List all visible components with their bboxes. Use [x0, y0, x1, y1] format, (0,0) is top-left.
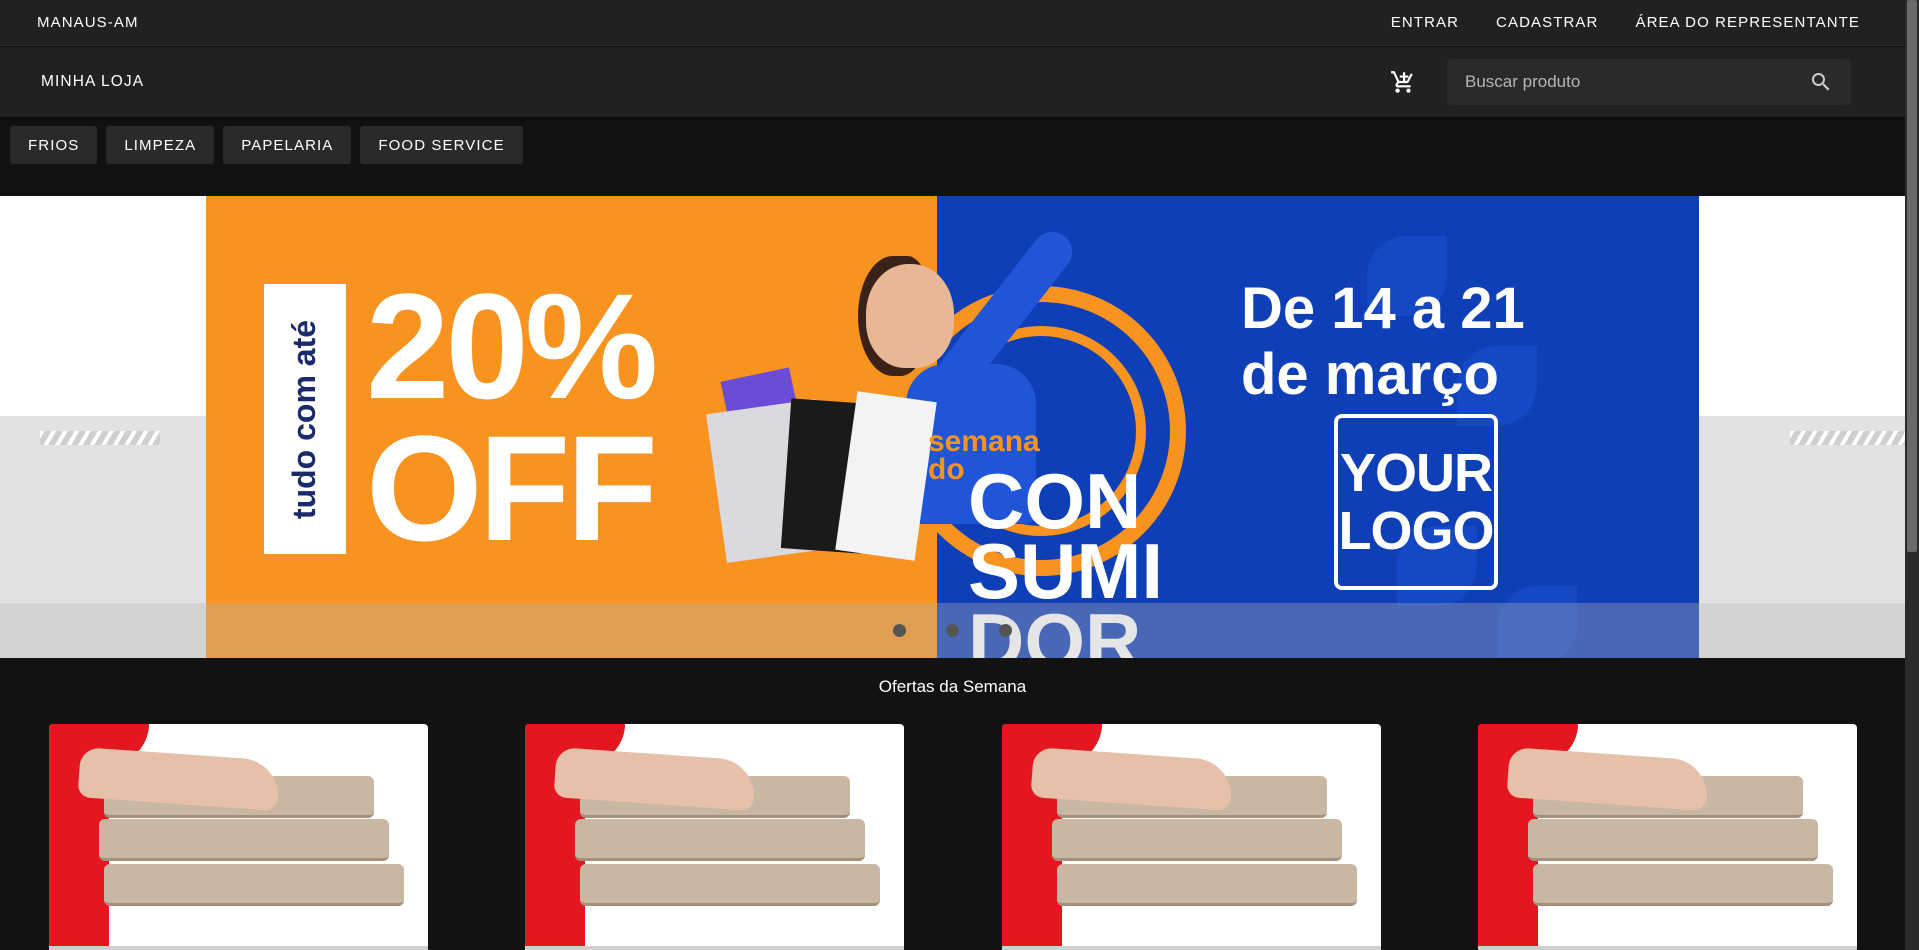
pizza-box-figure [1527, 819, 1818, 861]
hero-carousel[interactable]: tudo com até 20% OFF semana do CON SUMI … [0, 196, 1905, 658]
offers-grid [49, 724, 1857, 950]
category-bar: FRIOS LIMPEZA PAPELARIA FOOD SERVICE [10, 126, 523, 164]
representative-area-link[interactable]: ÁREA DO REPRESENTANTE [1635, 14, 1860, 31]
banner-logo-line1: YOUR [1339, 443, 1493, 503]
page: MANAUS-AM ENTRAR CADASTRAR ÁREA DO REPRE… [0, 0, 1919, 950]
login-link[interactable]: ENTRAR [1391, 14, 1459, 31]
banner-dates-line1: De 14 a 21 [1241, 276, 1525, 341]
woman-head-figure [866, 264, 954, 368]
category-papelaria[interactable]: PAPELARIA [223, 126, 352, 164]
category-food-service[interactable]: FOOD SERVICE [360, 126, 523, 164]
pizza-box-figure [1532, 864, 1833, 906]
category-frios[interactable]: FRIOS [10, 126, 98, 164]
card-bottom-edge [49, 946, 428, 950]
offer-card[interactable] [1001, 724, 1381, 950]
scrollbar-thumb[interactable] [1907, 0, 1917, 552]
banner-hatch-left [40, 431, 160, 445]
offer-card[interactable] [49, 724, 428, 950]
carousel-dot-3[interactable] [999, 624, 1012, 637]
top-bar: MANAUS-AM ENTRAR CADASTRAR ÁREA DO REPRE… [0, 0, 1905, 46]
banner-hatch-right [1790, 431, 1905, 445]
banner-consumidor-line1: CON [968, 457, 1142, 545]
carousel-dot-1[interactable] [893, 624, 906, 637]
banner-logo-line2: LOGO [1338, 501, 1495, 561]
card-bottom-edge [525, 946, 905, 950]
location-label[interactable]: MANAUS-AM [37, 14, 139, 31]
register-link[interactable]: CADASTRAR [1496, 14, 1598, 31]
main-toolbar: MINHA LOJA [0, 47, 1905, 117]
pizza-box-figure [580, 864, 881, 906]
banner-percent: 20% [366, 262, 658, 430]
search-icon[interactable] [1809, 70, 1833, 94]
offer-card[interactable] [1477, 724, 1857, 950]
search-box [1447, 59, 1851, 105]
search-input[interactable] [1465, 72, 1809, 92]
banner-consumidor-line2: SUMI [968, 527, 1163, 615]
banner-logo-placeholder: YOUR LOGO [1334, 414, 1498, 590]
pizza-box-figure [575, 819, 866, 861]
offers-section-title: Ofertas da Semana [878, 677, 1027, 696]
page-scrollbar[interactable] [1905, 0, 1919, 950]
banner-dates-line2: de março [1241, 342, 1499, 407]
card-bottom-edge [1001, 946, 1381, 950]
banner-vertical-text: tudo com até [286, 319, 323, 519]
banner-image[interactable]: tudo com até 20% OFF semana do CON SUMI … [206, 196, 1699, 658]
store-name-link[interactable]: MINHA LOJA [41, 73, 144, 91]
banner-vertical-tag: tudo com até [264, 284, 346, 554]
cart-icon[interactable] [1390, 69, 1416, 95]
banner-semana-line1: semana [928, 425, 1040, 458]
banner-dates: De 14 a 21 de março [1241, 276, 1541, 408]
category-limpeza[interactable]: LIMPEZA [106, 126, 215, 164]
banner-off: OFF [366, 404, 658, 572]
top-links: ENTRAR CADASTRAR ÁREA DO REPRESENTANTE [1391, 14, 1860, 31]
pizza-box-figure [1051, 819, 1342, 861]
card-bottom-edge [1477, 946, 1857, 950]
pizza-box-figure [99, 819, 389, 861]
carousel-dot-2[interactable] [946, 624, 959, 637]
pizza-box-figure [104, 864, 404, 906]
pizza-box-figure [1056, 864, 1357, 906]
carousel-indicators [0, 603, 1905, 658]
offer-card[interactable] [525, 724, 905, 950]
